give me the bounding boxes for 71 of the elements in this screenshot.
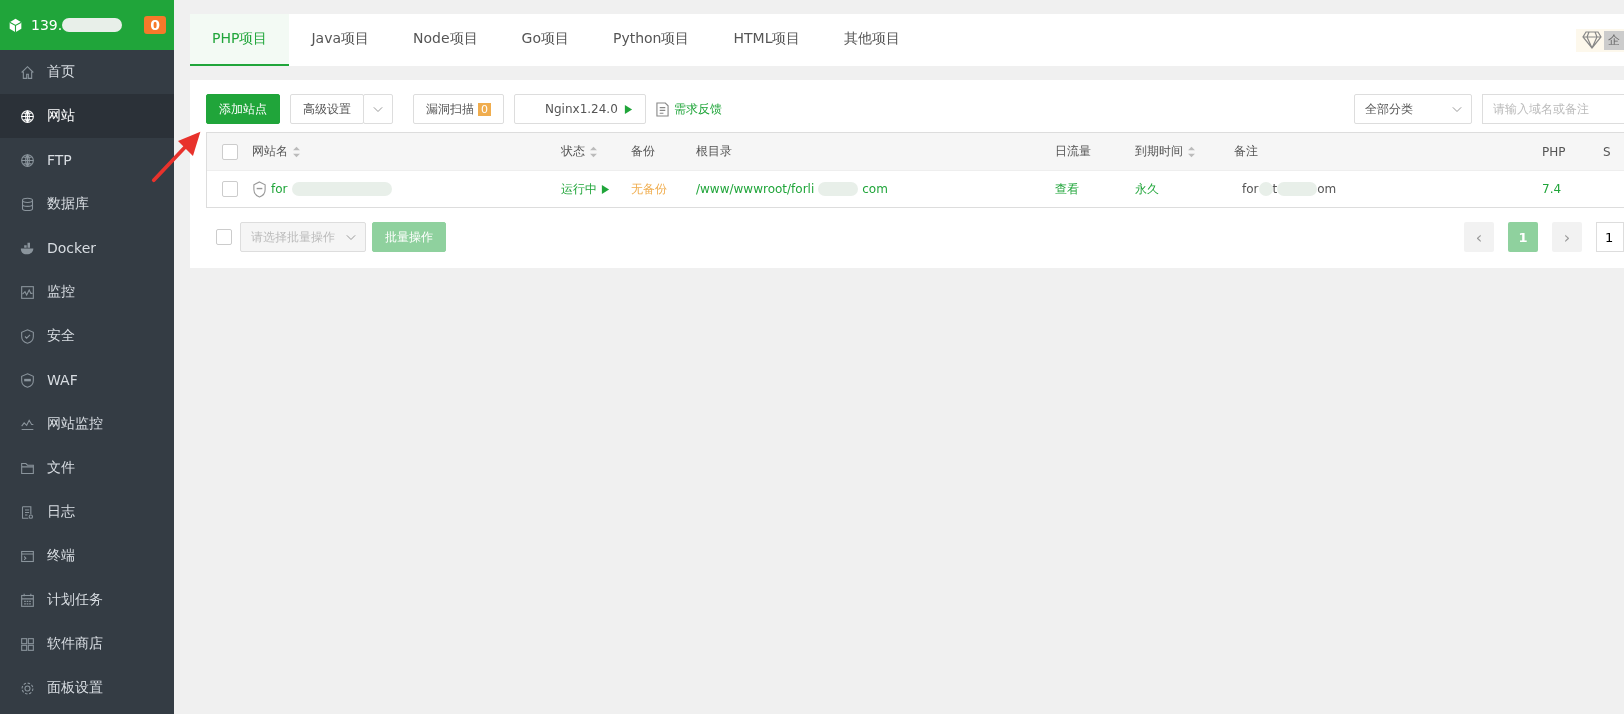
home-icon xyxy=(20,64,35,80)
column-header: 备注 xyxy=(1234,143,1258,160)
whale-icon xyxy=(20,240,35,256)
sidebar-item[interactable]: 网站 xyxy=(0,94,174,138)
terminal-icon xyxy=(20,548,35,564)
column-header: 根目录 xyxy=(696,143,732,160)
remark-text: for xyxy=(1242,182,1259,196)
count-badge: 0 xyxy=(478,102,491,116)
shield-icon xyxy=(20,328,35,344)
sidebar-item[interactable]: 终端 xyxy=(0,534,174,578)
caret-icon xyxy=(345,232,357,242)
edition-label: 企 xyxy=(1604,30,1624,50)
play-icon xyxy=(623,104,633,114)
edition-badge[interactable]: 企 xyxy=(1576,28,1624,52)
sidebar-item[interactable]: 数据库 xyxy=(0,182,174,226)
sidebar-item[interactable]: Docker xyxy=(0,226,174,270)
sidebar-item[interactable]: 首页 xyxy=(0,50,174,94)
database-icon xyxy=(20,196,35,212)
sidebar-item[interactable]: 软件商店 xyxy=(0,622,174,666)
settings-icon xyxy=(20,680,35,696)
column-header: 备份 xyxy=(631,143,655,160)
box-logo-icon xyxy=(8,17,23,33)
sidebar-item[interactable]: FTP xyxy=(0,138,174,182)
search-field[interactable]: 请输入域名或备注 xyxy=(1482,94,1624,124)
caret-icon xyxy=(372,104,384,114)
redacted-blur xyxy=(62,18,123,32)
document-icon xyxy=(20,504,35,520)
shield-icon xyxy=(20,372,35,388)
checkbox[interactable] xyxy=(221,181,238,197)
calendar-icon xyxy=(20,592,35,608)
sidebar-item[interactable]: 安全 xyxy=(0,314,174,358)
remark-text: t xyxy=(1272,182,1278,196)
play-icon xyxy=(601,184,610,194)
monitor-icon xyxy=(20,284,35,300)
diamond-icon xyxy=(1582,31,1602,49)
sidebar-item[interactable]: 计划任务 xyxy=(0,578,174,622)
globe-icon xyxy=(20,108,35,124)
sidebar-item[interactable]: 监控 xyxy=(0,270,174,314)
checkbox[interactable] xyxy=(216,229,232,245)
server-ip: 139. xyxy=(31,17,63,33)
column-header[interactable]: 网站名 xyxy=(252,143,288,160)
column-header: PHP xyxy=(1542,144,1566,159)
sidebar-item[interactable]: 文件 xyxy=(0,446,174,490)
category-select[interactable]: 全部分类 xyxy=(1354,94,1472,124)
column-header[interactable]: 到期时间 xyxy=(1135,143,1183,160)
tab[interactable]: Python项目 xyxy=(590,14,712,66)
dropdown-button[interactable] xyxy=(363,94,393,124)
waf-shield-icon xyxy=(252,180,267,198)
folder-icon xyxy=(20,460,35,476)
sidebar-item[interactable]: 面板设置 xyxy=(0,666,174,710)
tab[interactable]: 其他项目 xyxy=(822,14,923,66)
checkbox[interactable] xyxy=(221,143,238,160)
grid-icon xyxy=(20,636,35,652)
globe-icon xyxy=(20,152,35,168)
tab[interactable]: Java项目 xyxy=(289,14,391,66)
advanced-settings-button[interactable]: 高级设置 xyxy=(290,94,364,124)
sidebar-item[interactable]: 日志 xyxy=(0,490,174,534)
tab[interactable]: Go项目 xyxy=(499,14,591,66)
page-input[interactable]: 1 xyxy=(1596,222,1624,252)
column-header: 日流量 xyxy=(1055,143,1091,160)
edit-document-icon xyxy=(655,101,669,117)
nginx-button[interactable]: Nginx1.24.0 xyxy=(514,94,646,124)
sidebar-item[interactable]: 网站监控 xyxy=(0,402,174,446)
vulnerability-scan-button[interactable]: 漏洞扫描 0 xyxy=(413,94,504,124)
tab[interactable]: HTML项目 xyxy=(711,14,823,66)
caret-icon xyxy=(1451,104,1463,114)
sidebar-item[interactable]: WAF xyxy=(0,358,174,402)
remark-text: om xyxy=(1317,182,1337,196)
column-header[interactable]: 状态 xyxy=(561,143,585,160)
tab[interactable]: Node项目 xyxy=(391,14,500,66)
column-header: S xyxy=(1603,144,1611,159)
